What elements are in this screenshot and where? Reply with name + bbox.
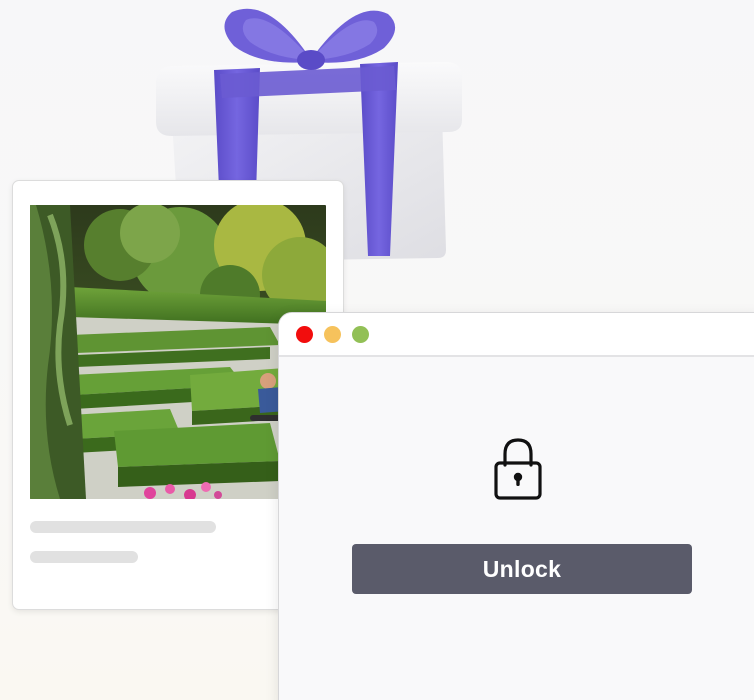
text-placeholder-line	[30, 551, 138, 563]
text-placeholder-line	[30, 521, 216, 533]
unlock-button[interactable]: Unlock	[352, 544, 692, 594]
window-titlebar	[279, 313, 754, 357]
locked-window: Unlock	[278, 312, 754, 700]
window-close-dot[interactable]	[296, 326, 313, 343]
window-zoom-dot[interactable]	[352, 326, 369, 343]
window-minimize-dot[interactable]	[324, 326, 341, 343]
padlock-icon	[492, 435, 544, 501]
